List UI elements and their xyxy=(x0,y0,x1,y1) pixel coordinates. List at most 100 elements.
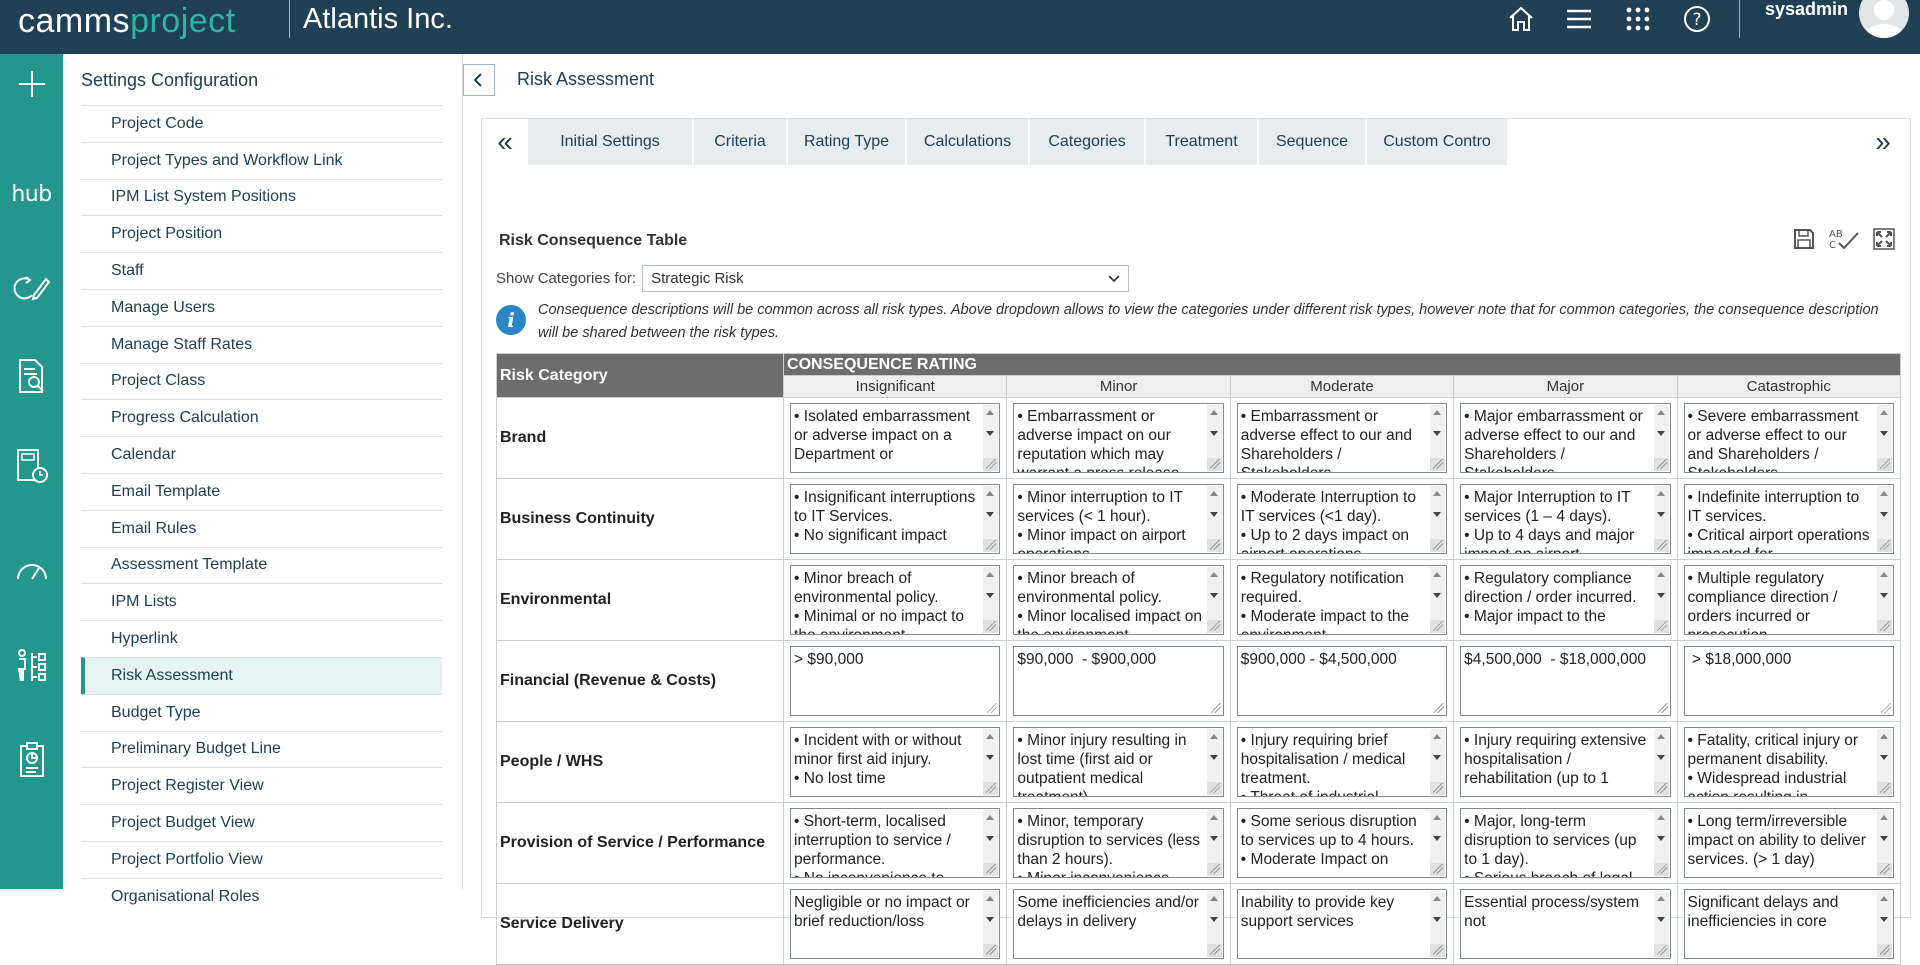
textarea-scrollbar[interactable] xyxy=(1430,729,1446,795)
textarea-scrollbar[interactable] xyxy=(1206,405,1222,471)
camms-logo[interactable]: cammsproject xyxy=(18,2,236,41)
risk-type-select[interactable]: Strategic Risk xyxy=(642,265,1130,292)
scroll-up-icon[interactable] xyxy=(1656,734,1665,739)
consequence-textarea[interactable]: • Fatality, critical injury or permanent… xyxy=(1683,727,1894,797)
scroll-down-icon[interactable] xyxy=(1880,755,1888,760)
settings-item[interactable]: Email Rules xyxy=(81,509,442,547)
textarea-scrollbar[interactable] xyxy=(1653,729,1669,795)
edit-cycle-icon[interactable] xyxy=(0,270,63,306)
textarea-scrollbar[interactable] xyxy=(1877,567,1892,633)
resize-grip-icon[interactable] xyxy=(1430,458,1446,471)
scroll-down-icon[interactable] xyxy=(1656,512,1665,517)
username[interactable]: sysadmin xyxy=(1765,0,1848,20)
consequence-textarea[interactable]: Some inefficiencies and/or delays in del… xyxy=(1013,889,1224,959)
settings-item[interactable]: Calendar xyxy=(81,436,442,473)
scroll-up-icon[interactable] xyxy=(1880,410,1888,415)
consequence-textarea[interactable]: • Incident with or without minor first a… xyxy=(790,727,1001,797)
textarea-scrollbar[interactable] xyxy=(1206,567,1222,633)
scroll-up-icon[interactable] xyxy=(1880,815,1888,820)
settings-item[interactable]: IPM List System Positions xyxy=(81,178,442,216)
consequence-textarea[interactable]: • Embarrassment or adverse effect to our… xyxy=(1236,403,1448,473)
scroll-up-icon[interactable] xyxy=(1656,896,1665,901)
resize-grip-icon[interactable] xyxy=(1653,863,1669,876)
consequence-textarea[interactable]: $90,000 - $900,000 xyxy=(1013,646,1224,716)
settings-item[interactable]: Project Portfolio View xyxy=(81,840,442,878)
resize-grip-icon[interactable] xyxy=(1877,620,1892,633)
scroll-up-icon[interactable] xyxy=(986,410,995,415)
textarea-scrollbar[interactable] xyxy=(1877,891,1892,957)
textarea-scrollbar[interactable] xyxy=(1206,891,1222,957)
resize-grip-icon[interactable] xyxy=(1877,539,1892,552)
resize-grip-icon[interactable] xyxy=(983,863,999,876)
scroll-up-icon[interactable] xyxy=(1433,572,1442,577)
consequence-textarea[interactable]: • Minor interruption to IT services (< 1… xyxy=(1013,484,1224,554)
scroll-up-icon[interactable] xyxy=(1209,410,1218,415)
apps-grid-icon[interactable] xyxy=(1621,2,1655,36)
scroll-up-icon[interactable] xyxy=(986,815,995,820)
scroll-up-icon[interactable] xyxy=(1433,815,1442,820)
hub-icon[interactable]: hub xyxy=(0,178,63,210)
consequence-textarea[interactable]: • Regulatory compliance direction / orde… xyxy=(1460,565,1671,635)
textarea-scrollbar[interactable] xyxy=(983,405,999,471)
scroll-down-icon[interactable] xyxy=(1656,431,1665,436)
consequence-textarea[interactable]: • Major Interruption to IT services (1 –… xyxy=(1460,484,1671,554)
textarea-scrollbar[interactable] xyxy=(1653,567,1669,633)
resize-grip-icon[interactable] xyxy=(1430,620,1446,633)
settings-item[interactable]: Project Budget View xyxy=(81,804,442,841)
resize-grip-icon[interactable] xyxy=(1430,944,1446,957)
textarea-scrollbar[interactable] xyxy=(1877,729,1892,795)
consequence-textarea[interactable]: • Some serious disruption to services up… xyxy=(1236,808,1448,878)
tab-scroll-left-icon[interactable]: « xyxy=(488,125,522,159)
scroll-down-icon[interactable] xyxy=(986,917,995,922)
resize-grip-icon[interactable] xyxy=(1206,863,1222,876)
textarea-scrollbar[interactable] xyxy=(1430,810,1446,876)
calculator-clock-icon[interactable] xyxy=(0,446,63,486)
textarea-scrollbar[interactable] xyxy=(1653,891,1669,957)
settings-item[interactable]: Progress Calculation xyxy=(81,399,442,436)
textarea-scrollbar[interactable] xyxy=(983,891,999,957)
help-icon[interactable]: ? xyxy=(1680,2,1714,36)
scroll-up-icon[interactable] xyxy=(1209,815,1218,820)
scroll-down-icon[interactable] xyxy=(1209,917,1218,922)
tab[interactable]: Custom Contro xyxy=(1367,119,1507,165)
textarea-scrollbar[interactable] xyxy=(983,486,999,552)
settings-item[interactable]: Risk Assessment xyxy=(81,656,442,694)
consequence-textarea[interactable]: • Injury requiring brief hospitalisation… xyxy=(1236,727,1448,797)
save-icon[interactable] xyxy=(1792,227,1816,251)
scroll-down-icon[interactable] xyxy=(1880,917,1888,922)
consequence-textarea[interactable]: • Severe embarrassment or adverse effect… xyxy=(1683,403,1894,473)
scroll-down-icon[interactable] xyxy=(986,755,995,760)
scroll-up-icon[interactable] xyxy=(1656,815,1665,820)
avatar[interactable] xyxy=(1859,0,1909,38)
tab-scroll-right-icon[interactable]: » xyxy=(1866,125,1900,159)
consequence-textarea[interactable]: • Minor injury resulting in lost time (f… xyxy=(1013,727,1224,797)
textarea-scrollbar[interactable] xyxy=(1430,486,1446,552)
settings-item[interactable]: Budget Type xyxy=(81,693,442,731)
scroll-down-icon[interactable] xyxy=(1656,917,1665,922)
resize-grip-icon[interactable] xyxy=(1877,944,1892,957)
consequence-textarea[interactable]: $900,000 - $4,500,000 xyxy=(1236,646,1448,716)
scroll-down-icon[interactable] xyxy=(1209,836,1218,841)
scroll-down-icon[interactable] xyxy=(1209,431,1218,436)
scroll-down-icon[interactable] xyxy=(1209,512,1218,517)
consequence-textarea[interactable]: > $90,000 xyxy=(790,646,1001,716)
settings-item[interactable]: Email Template xyxy=(81,472,442,510)
resize-grip-icon[interactable] xyxy=(1653,782,1669,795)
scroll-up-icon[interactable] xyxy=(1433,734,1442,739)
scroll-down-icon[interactable] xyxy=(1656,836,1665,841)
report-icon[interactable] xyxy=(0,740,63,780)
resize-grip-icon[interactable] xyxy=(1653,539,1669,552)
resize-grip-icon[interactable] xyxy=(1430,863,1446,876)
textarea-scrollbar[interactable] xyxy=(1653,810,1669,876)
resize-grip-icon[interactable] xyxy=(1653,620,1669,633)
consequence-textarea[interactable]: Negligible or no impact or brief reducti… xyxy=(790,889,1001,959)
settings-item[interactable]: Project Position xyxy=(81,215,442,252)
gauge-icon[interactable] xyxy=(0,554,63,586)
scroll-up-icon[interactable] xyxy=(986,734,995,739)
scroll-up-icon[interactable] xyxy=(1209,491,1218,496)
settings-item[interactable]: IPM Lists xyxy=(81,583,442,620)
resize-grip-icon[interactable] xyxy=(1881,703,1891,713)
consequence-textarea[interactable]: • Insignificant interruptions to IT Serv… xyxy=(790,484,1001,554)
textarea-scrollbar[interactable] xyxy=(1877,486,1892,552)
scroll-down-icon[interactable] xyxy=(1433,431,1442,436)
